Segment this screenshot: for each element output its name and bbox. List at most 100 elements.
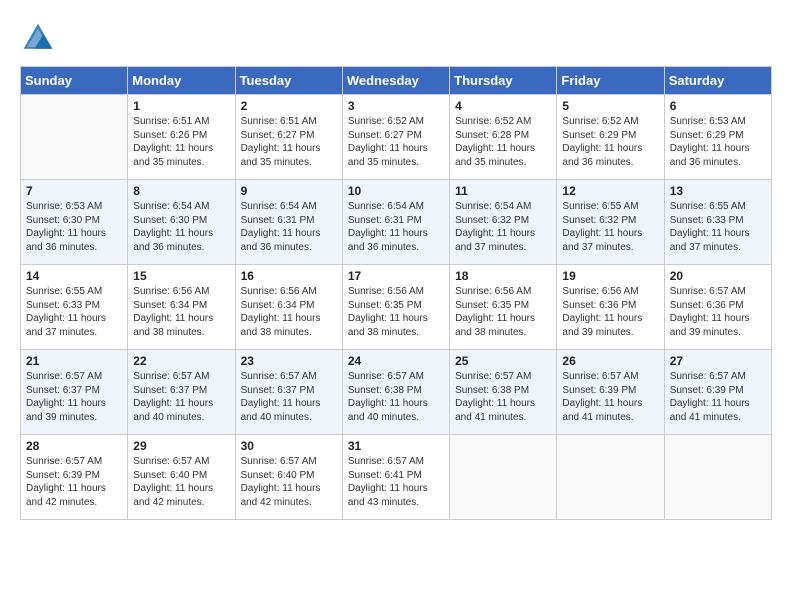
day-info: Sunrise: 6:57 AM Sunset: 6:38 PM Dayligh… (348, 370, 444, 424)
day-info: Sunrise: 6:52 AM Sunset: 6:29 PM Dayligh… (562, 115, 658, 169)
day-info: Sunrise: 6:51 AM Sunset: 6:27 PM Dayligh… (241, 115, 337, 169)
day-number: 10 (348, 184, 444, 198)
calendar-cell: 7Sunrise: 6:53 AM Sunset: 6:30 PM Daylig… (21, 180, 128, 265)
day-info: Sunrise: 6:52 AM Sunset: 6:27 PM Dayligh… (348, 115, 444, 169)
calendar-cell: 30 Sunrise: 6:57 AM Sunset: 6:40 PM Dayli… (235, 435, 342, 520)
calendar-body: 1 Sunrise: 6:51 AM Sunset: 6:26 PM Daylig… (21, 95, 772, 520)
calendar-cell: 5 Sunrise: 6:52 AM Sunset: 6:29 PM Daylig… (557, 95, 664, 180)
day-number: 16 (241, 269, 337, 283)
calendar-cell: 15 Sunrise: 6:56 AM Sunset: 6:34 PM Dayli… (128, 265, 235, 350)
calendar-cell: 16Sunrise: 6:56 AM Sunset: 6:34 PM Dayli… (235, 265, 342, 350)
calendar-week: 7Sunrise: 6:53 AM Sunset: 6:30 PM Daylig… (21, 180, 772, 265)
calendar-table: SundayMondayTuesdayWednesdayThursdayFrid… (20, 66, 772, 520)
day-number: 28 (26, 439, 122, 453)
calendar-cell: 18 Sunrise: 6:56 AM Sunset: 6:35 PM Dayli… (450, 265, 557, 350)
weekday-header: Wednesday (342, 67, 449, 95)
weekday-header: Friday (557, 67, 664, 95)
day-info: Sunrise: 6:57 AM Sunset: 6:37 PM Dayligh… (26, 370, 122, 424)
day-info: Sunrise: 6:57 AM Sunset: 6:37 PM Dayligh… (241, 370, 337, 424)
day-info: Sunrise: 6:57 AM Sunset: 6:36 PM Dayligh… (670, 285, 766, 339)
calendar-cell: 28 Sunrise: 6:57 AM Sunset: 6:39 PM Dayli… (21, 435, 128, 520)
weekday-header: Tuesday (235, 67, 342, 95)
day-info: Sunrise: 6:57 AM Sunset: 6:39 PM Dayligh… (562, 370, 658, 424)
day-info: Sunrise: 6:57 AM Sunset: 6:40 PM Dayligh… (133, 455, 229, 509)
day-info: Sunrise: 6:55 AM Sunset: 6:33 PM Dayligh… (26, 285, 122, 339)
weekday-header: Sunday (21, 67, 128, 95)
calendar-cell: 26 Sunrise: 6:57 AM Sunset: 6:39 PM Dayli… (557, 350, 664, 435)
day-number: 24 (348, 354, 444, 368)
day-info: Sunrise: 6:56 AM Sunset: 6:36 PM Dayligh… (562, 285, 658, 339)
day-number: 8 (133, 184, 229, 198)
calendar-cell: 24 Sunrise: 6:57 AM Sunset: 6:38 PM Dayli… (342, 350, 449, 435)
calendar-cell: 17 Sunrise: 6:56 AM Sunset: 6:35 PM Dayli… (342, 265, 449, 350)
calendar-cell (557, 435, 664, 520)
day-info: Sunrise: 6:54 AM Sunset: 6:31 PM Dayligh… (348, 200, 444, 254)
calendar-cell: 29 Sunrise: 6:57 AM Sunset: 6:40 PM Dayli… (128, 435, 235, 520)
day-info: Sunrise: 6:57 AM Sunset: 6:40 PM Dayligh… (241, 455, 337, 509)
weekday-header: Saturday (664, 67, 771, 95)
day-number: 4 (455, 99, 551, 113)
day-number: 27 (670, 354, 766, 368)
day-number: 12 (562, 184, 658, 198)
day-info: Sunrise: 6:54 AM Sunset: 6:30 PM Dayligh… (133, 200, 229, 254)
day-number: 15 (133, 269, 229, 283)
day-number: 11 (455, 184, 551, 198)
day-info: Sunrise: 6:57 AM Sunset: 6:39 PM Dayligh… (670, 370, 766, 424)
day-number: 30 (241, 439, 337, 453)
calendar-cell: 8 Sunrise: 6:54 AM Sunset: 6:30 PM Daylig… (128, 180, 235, 265)
day-info: Sunrise: 6:57 AM Sunset: 6:41 PM Dayligh… (348, 455, 444, 509)
calendar-cell: 9 Sunrise: 6:54 AM Sunset: 6:31 PM Daylig… (235, 180, 342, 265)
day-info: Sunrise: 6:52 AM Sunset: 6:28 PM Dayligh… (455, 115, 551, 169)
day-number: 2 (241, 99, 337, 113)
day-number: 14 (26, 269, 122, 283)
calendar-cell (664, 435, 771, 520)
calendar-week: 14 Sunrise: 6:55 AM Sunset: 6:33 PM Dayli… (21, 265, 772, 350)
calendar-cell: 1 Sunrise: 6:51 AM Sunset: 6:26 PM Daylig… (128, 95, 235, 180)
day-number: 9 (241, 184, 337, 198)
calendar-cell: 12 Sunrise: 6:55 AM Sunset: 6:32 PM Dayli… (557, 180, 664, 265)
day-number: 19 (562, 269, 658, 283)
logo-icon (20, 20, 56, 56)
header (20, 20, 772, 56)
weekday-header: Thursday (450, 67, 557, 95)
page: SundayMondayTuesdayWednesdayThursdayFrid… (0, 0, 792, 540)
calendar-cell: 10 Sunrise: 6:54 AM Sunset: 6:31 PM Dayli… (342, 180, 449, 265)
calendar-week: 1 Sunrise: 6:51 AM Sunset: 6:26 PM Daylig… (21, 95, 772, 180)
day-number: 5 (562, 99, 658, 113)
calendar-cell: 4 Sunrise: 6:52 AM Sunset: 6:28 PM Daylig… (450, 95, 557, 180)
calendar-cell: 25Sunrise: 6:57 AM Sunset: 6:38 PM Dayli… (450, 350, 557, 435)
day-number: 26 (562, 354, 658, 368)
calendar-header: SundayMondayTuesdayWednesdayThursdayFrid… (21, 67, 772, 95)
day-info: Sunrise: 6:56 AM Sunset: 6:35 PM Dayligh… (455, 285, 551, 339)
day-info: Sunrise: 6:55 AM Sunset: 6:33 PM Dayligh… (670, 200, 766, 254)
calendar-cell: 21Sunrise: 6:57 AM Sunset: 6:37 PM Dayli… (21, 350, 128, 435)
day-number: 23 (241, 354, 337, 368)
day-number: 17 (348, 269, 444, 283)
day-info: Sunrise: 6:51 AM Sunset: 6:26 PM Dayligh… (133, 115, 229, 169)
calendar-cell (450, 435, 557, 520)
day-info: Sunrise: 6:56 AM Sunset: 6:34 PM Dayligh… (133, 285, 229, 339)
day-number: 22 (133, 354, 229, 368)
day-number: 29 (133, 439, 229, 453)
calendar-cell: 13Sunrise: 6:55 AM Sunset: 6:33 PM Dayli… (664, 180, 771, 265)
day-number: 18 (455, 269, 551, 283)
calendar-cell: 20Sunrise: 6:57 AM Sunset: 6:36 PM Dayli… (664, 265, 771, 350)
day-info: Sunrise: 6:54 AM Sunset: 6:32 PM Dayligh… (455, 200, 551, 254)
day-info: Sunrise: 6:53 AM Sunset: 6:30 PM Dayligh… (26, 200, 122, 254)
calendar-cell: 23 Sunrise: 6:57 AM Sunset: 6:37 PM Dayli… (235, 350, 342, 435)
calendar-cell: 2 Sunrise: 6:51 AM Sunset: 6:27 PM Daylig… (235, 95, 342, 180)
day-info: Sunrise: 6:56 AM Sunset: 6:35 PM Dayligh… (348, 285, 444, 339)
day-number: 1 (133, 99, 229, 113)
day-info: Sunrise: 6:57 AM Sunset: 6:37 PM Dayligh… (133, 370, 229, 424)
day-number: 31 (348, 439, 444, 453)
day-info: Sunrise: 6:55 AM Sunset: 6:32 PM Dayligh… (562, 200, 658, 254)
calendar-cell: 6Sunrise: 6:53 AM Sunset: 6:29 PM Daylig… (664, 95, 771, 180)
day-info: Sunrise: 6:54 AM Sunset: 6:31 PM Dayligh… (241, 200, 337, 254)
calendar-week: 21Sunrise: 6:57 AM Sunset: 6:37 PM Dayli… (21, 350, 772, 435)
calendar-cell: 19 Sunrise: 6:56 AM Sunset: 6:36 PM Dayli… (557, 265, 664, 350)
logo (20, 20, 60, 56)
day-info: Sunrise: 6:57 AM Sunset: 6:39 PM Dayligh… (26, 455, 122, 509)
calendar-cell (21, 95, 128, 180)
calendar-cell: 11 Sunrise: 6:54 AM Sunset: 6:32 PM Dayli… (450, 180, 557, 265)
day-info: Sunrise: 6:53 AM Sunset: 6:29 PM Dayligh… (670, 115, 766, 169)
